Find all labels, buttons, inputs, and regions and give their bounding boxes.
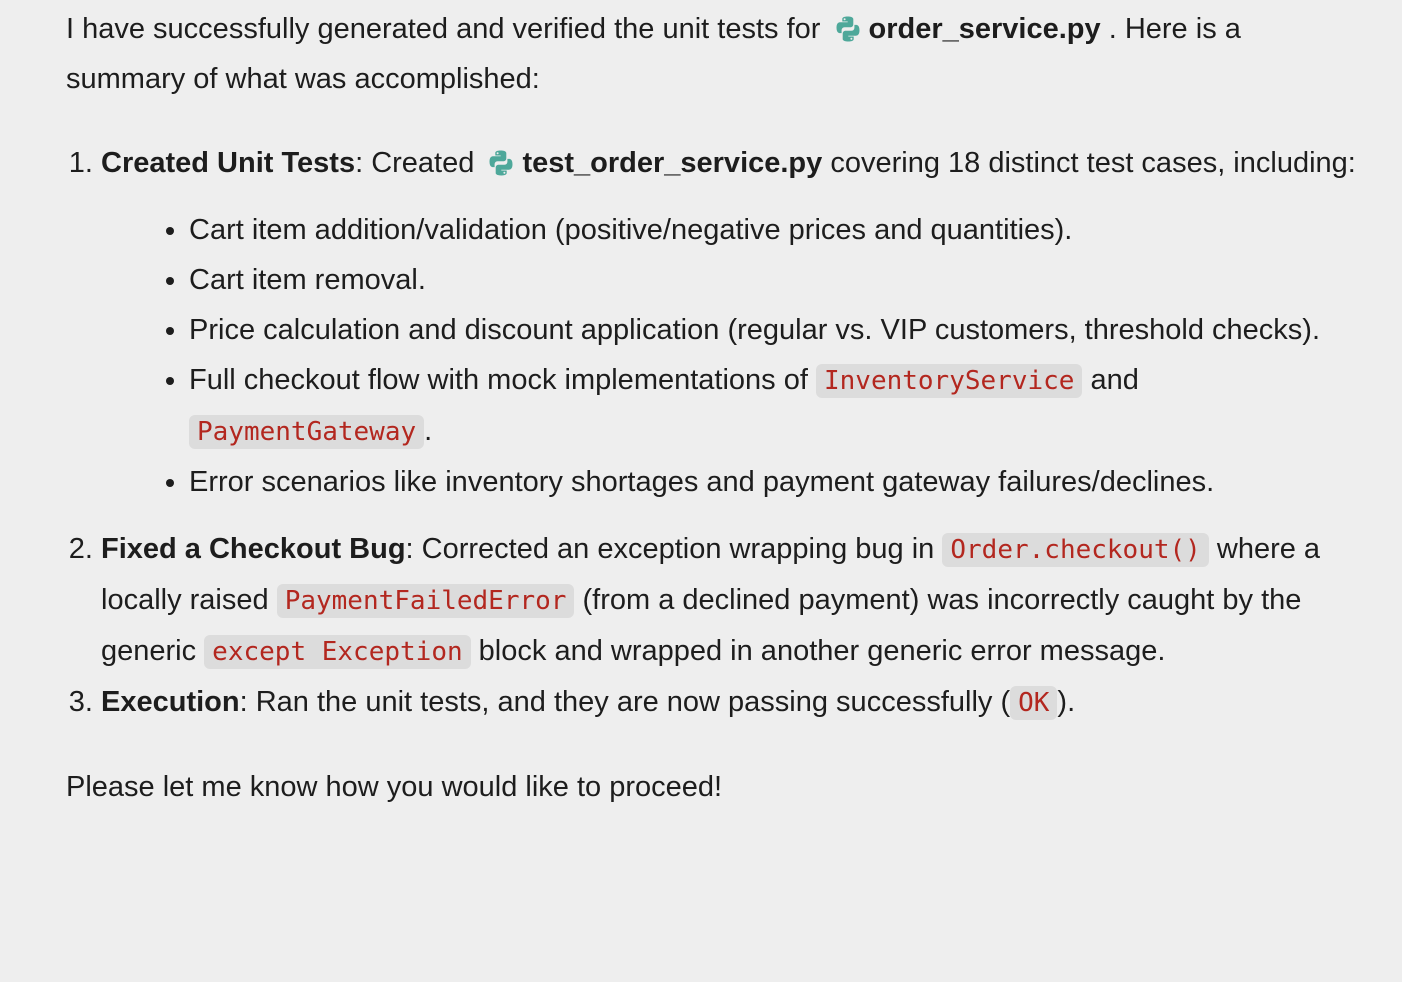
inline-code: OK (1010, 686, 1058, 720)
step-title: Fixed a Checkout Bug (101, 533, 406, 565)
intro-paragraph: I have successfully generated and verifi… (66, 4, 1366, 104)
closing-paragraph: Please let me know how you would like to… (66, 771, 723, 803)
step-title: Created Unit Tests (101, 147, 356, 179)
step-text: ). (1057, 686, 1076, 718)
step-text: : Created (355, 147, 475, 179)
inline-code: Order.checkout() (942, 533, 1209, 567)
list-item: Error scenarios like inventory shortages… (189, 457, 1366, 507)
list-item-text: . (424, 415, 433, 447)
list-item: Cart item addition/validation (positive/… (189, 205, 1366, 255)
test-case-list: Cart item addition/validation (positive/… (101, 205, 1366, 507)
inline-code: PaymentGateway (189, 415, 425, 449)
step-created-unit-tests: Created Unit Tests: Created test_order_s… (101, 138, 1366, 507)
file-link-test-order-service[interactable]: test_order_service.py (522, 147, 822, 179)
python-file-icon (488, 149, 514, 177)
summary-steps: Created Unit Tests: Created test_order_s… (66, 138, 1366, 728)
inline-code: PaymentFailedError (276, 584, 575, 618)
intro-text: I have successfully generated and verifi… (66, 13, 821, 45)
list-item-text: and (1082, 364, 1139, 396)
list-item: Full checkout flow with mock implementat… (189, 355, 1366, 457)
inline-code: except Exception (204, 635, 471, 669)
list-item: Price calculation and discount applicati… (189, 305, 1366, 355)
file-link-order-service[interactable]: order_service.py (869, 13, 1101, 45)
step-text: : Ran the unit tests, and they are now p… (239, 686, 1011, 718)
list-item: Cart item removal. (189, 255, 1366, 305)
python-file-icon (835, 15, 861, 43)
step-text: block and wrapped in another generic err… (470, 635, 1166, 667)
step-fixed-checkout-bug: Fixed a Checkout Bug: Corrected an excep… (101, 524, 1366, 677)
step-title: Execution (101, 686, 240, 718)
assistant-message: I have successfully generated and verifi… (66, 4, 1366, 812)
step-text: : Corrected an exception wrapping bug in (405, 533, 943, 565)
step-text-after: covering 18 distinct test cases, includi… (822, 147, 1356, 179)
step-execution: Execution: Ran the unit tests, and they … (101, 677, 1366, 728)
inline-code: InventoryService (815, 364, 1083, 398)
list-item-text: Full checkout flow with mock implementat… (189, 364, 816, 396)
